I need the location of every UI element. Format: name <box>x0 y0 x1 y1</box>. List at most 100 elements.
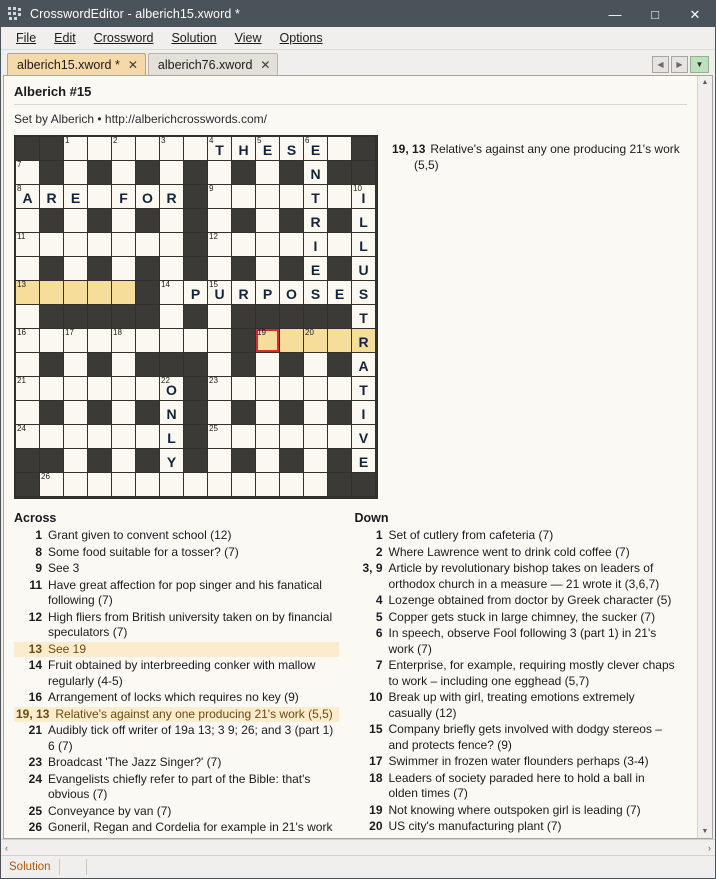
grid-cell[interactable] <box>256 353 280 377</box>
close-icon[interactable]: ✕ <box>260 58 270 72</box>
grid-cell[interactable] <box>280 233 304 257</box>
grid-cell[interactable] <box>160 473 184 497</box>
grid-cell[interactable] <box>64 233 88 257</box>
down-clue-item[interactable]: 4 Lozenge obtained from doctor by Greek c… <box>355 593 680 609</box>
grid-cell[interactable] <box>256 233 280 257</box>
grid-cell[interactable]: L <box>352 209 376 233</box>
down-clue-item[interactable]: 18 Leaders of society paraded here to hol… <box>355 771 680 802</box>
across-clue-item[interactable]: 13 See 19 <box>14 641 339 657</box>
grid-cell[interactable] <box>280 473 304 497</box>
grid-cell[interactable]: 23 <box>208 376 232 401</box>
grid-cell[interactable] <box>136 425 160 449</box>
grid-cell[interactable] <box>304 353 328 377</box>
grid-cell[interactable] <box>40 329 64 353</box>
grid-cell[interactable] <box>328 233 352 257</box>
grid-cell[interactable] <box>112 449 136 473</box>
across-clue-item[interactable]: 8 Some food suitable for a tosser? (7) <box>14 545 339 561</box>
grid-cell[interactable] <box>328 425 352 449</box>
crossword-grid[interactable]: 1 2 3 4 T H 5 E S 6 E 7 N 8 A R E F O R 9 T 10 I R L 11 12 I L E U 13 14 P… <box>14 135 378 499</box>
grid-cell[interactable]: 16 <box>16 328 40 353</box>
grid-cell[interactable]: R <box>352 329 376 353</box>
grid-cell[interactable] <box>112 377 136 401</box>
grid-cell[interactable]: 18 <box>112 328 136 353</box>
grid-cell[interactable] <box>256 257 280 281</box>
grid-cell[interactable] <box>40 425 64 449</box>
grid-cell[interactable] <box>64 449 88 473</box>
grid-cell[interactable] <box>160 329 184 353</box>
grid-cell[interactable] <box>184 329 208 353</box>
down-clue-item[interactable]: 22 Makes one cross? (5) <box>355 836 680 839</box>
grid-cell[interactable] <box>112 161 136 185</box>
grid-cell[interactable] <box>88 281 112 305</box>
grid-cell[interactable] <box>88 185 112 209</box>
grid-cell[interactable] <box>160 233 184 257</box>
grid-cell[interactable]: 1 <box>64 136 88 161</box>
grid-cell[interactable]: 3 <box>160 136 184 161</box>
grid-cell[interactable]: 17 <box>64 328 88 353</box>
grid-cell[interactable]: 7 <box>16 160 40 185</box>
grid-cell[interactable]: 25 <box>208 424 232 449</box>
grid-cell[interactable]: 19 <box>256 328 280 353</box>
menu-crossword[interactable]: Crossword <box>85 29 163 47</box>
grid-cell[interactable]: R <box>160 185 184 209</box>
grid-cell[interactable] <box>208 449 232 473</box>
grid-cell[interactable]: E <box>304 257 328 281</box>
grid-cell[interactable] <box>280 425 304 449</box>
grid-cell[interactable] <box>304 449 328 473</box>
grid-cell[interactable]: E <box>328 281 352 305</box>
grid-cell[interactable]: L <box>160 425 184 449</box>
down-clue-item[interactable]: 2 Where Lawrence went to drink cold coffe… <box>355 545 680 561</box>
grid-cell[interactable] <box>184 473 208 497</box>
grid-cell[interactable]: 10 I <box>352 184 376 209</box>
grid-cell[interactable]: N <box>160 401 184 425</box>
grid-cell[interactable]: S <box>280 137 304 161</box>
grid-cell[interactable] <box>328 329 352 353</box>
grid-cell[interactable] <box>256 209 280 233</box>
grid-cell[interactable]: 6E <box>304 136 328 161</box>
grid-cell[interactable] <box>112 473 136 497</box>
grid-cell[interactable]: R <box>232 281 256 305</box>
grid-cell[interactable]: L <box>352 233 376 257</box>
menu-view[interactable]: View <box>226 29 271 47</box>
maximize-button[interactable]: □ <box>635 1 675 27</box>
grid-cell[interactable] <box>112 281 136 305</box>
grid-cell[interactable] <box>304 377 328 401</box>
grid-cell[interactable] <box>304 425 328 449</box>
across-clue-item[interactable]: 25 Conveyance by van (7) <box>14 804 339 820</box>
across-clue-item[interactable]: 12 High fliers from British university ta… <box>14 610 339 641</box>
grid-cell[interactable] <box>232 377 256 401</box>
tab-prev-icon[interactable]: ◀ <box>652 56 669 73</box>
grid-cell[interactable]: 5E <box>256 136 280 161</box>
close-icon[interactable]: ✕ <box>128 58 138 72</box>
grid-cell[interactable] <box>328 185 352 209</box>
grid-cell[interactable] <box>304 401 328 425</box>
grid-cell[interactable] <box>208 161 232 185</box>
grid-cell[interactable]: R <box>304 209 328 233</box>
grid-cell[interactable] <box>256 377 280 401</box>
grid-cell[interactable]: 8A <box>16 184 40 209</box>
grid-cell[interactable] <box>136 329 160 353</box>
grid-cell[interactable] <box>256 425 280 449</box>
grid-cell[interactable] <box>16 257 40 281</box>
grid-cell[interactable] <box>208 329 232 353</box>
down-clue-item[interactable]: 17 Swimmer in frozen water flounders perh… <box>355 754 680 770</box>
grid-cell[interactable] <box>232 473 256 497</box>
grid-cell[interactable]: 14 <box>160 280 184 305</box>
grid-cell[interactable] <box>88 377 112 401</box>
grid-cell[interactable]: 26 <box>40 472 64 497</box>
grid-cell[interactable] <box>136 377 160 401</box>
grid-cell[interactable]: 9 <box>208 184 232 209</box>
menu-file[interactable]: File <box>7 29 45 47</box>
grid-cell[interactable]: E <box>352 449 376 473</box>
grid-cell[interactable] <box>64 353 88 377</box>
tab-next-icon[interactable]: ▶ <box>671 56 688 73</box>
grid-cell[interactable]: 4T <box>208 136 232 161</box>
grid-cell[interactable]: T <box>352 305 376 329</box>
down-clue-item[interactable]: 3, 9 Article by revolutionary bishop take… <box>355 561 680 592</box>
grid-cell[interactable] <box>280 329 304 353</box>
down-clue-item[interactable]: 5 Copper gets stuck in large chimney, the… <box>355 610 680 626</box>
horizontal-scrollbar[interactable]: ‹ › <box>1 839 715 855</box>
grid-cell[interactable]: 11 <box>16 232 40 257</box>
grid-cell[interactable]: O <box>136 185 160 209</box>
scroll-right-icon[interactable]: › <box>708 843 711 853</box>
